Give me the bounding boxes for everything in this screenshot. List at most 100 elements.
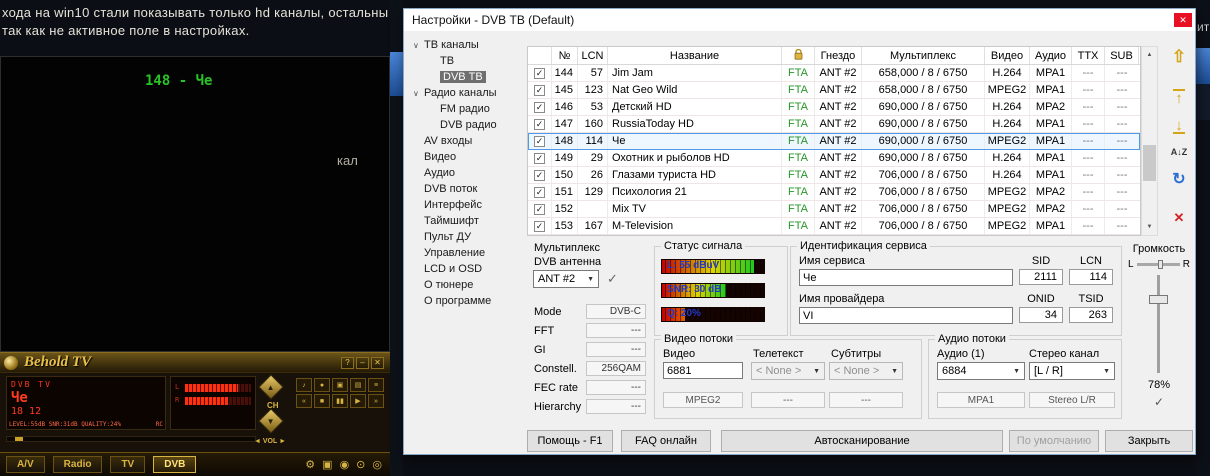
tree-item-dvb-stream[interactable]: ∨ DVB поток	[409, 181, 523, 197]
tree-item-about-tuner[interactable]: ∨ О тюнере	[409, 277, 523, 293]
faq-button[interactable]: FAQ онлайн	[621, 430, 711, 452]
Охотник и рыболов HD[interactable]: ✓ 149 29 Охотник и рыболов HD FTA ANT #2…	[528, 150, 1140, 167]
Детский HD[interactable]: ✓ 146 53 Детский HD FTA ANT #2 690,000 /…	[528, 99, 1140, 116]
autoscan-button[interactable]: Автосканирование	[721, 430, 1003, 452]
next-button[interactable]: »	[368, 394, 384, 408]
antenna-select[interactable]: ANT #2 ▼	[533, 270, 599, 288]
channel-checkbox[interactable]: ✓	[534, 102, 545, 113]
channel-checkbox[interactable]: ✓	[534, 204, 545, 215]
scroll-down-arrow[interactable]: ▼	[1142, 219, 1157, 235]
Mix TV[interactable]: ✓ 152 Mix TV FTA ANT #2 706,000 / 8 / 67…	[528, 201, 1140, 218]
channel-up-button[interactable]: ▲	[258, 374, 283, 399]
led-button-3[interactable]: ◎	[372, 458, 382, 471]
channel-checkbox[interactable]: ✓	[534, 153, 545, 164]
stop-button[interactable]: ■	[314, 394, 330, 408]
header-checkbox-col[interactable]	[528, 47, 552, 64]
RussiaToday HD[interactable]: ✓ 147 160 RussiaToday HD FTA ANT #2 690,…	[528, 116, 1140, 133]
tree-item-fm-radio[interactable]: ∨ FM радио	[409, 101, 523, 117]
header-audio[interactable]: Аудио	[1030, 47, 1072, 64]
led-button-2[interactable]: ⊙	[356, 458, 365, 471]
tree-item-dvb-radio[interactable]: ∨ DVB радио	[409, 117, 523, 133]
header-video[interactable]: Видео	[985, 47, 1030, 64]
record-button[interactable]: ●	[314, 378, 330, 392]
mute-button[interactable]: ♪	[296, 378, 312, 392]
subtitles-select[interactable]: < None > ▼	[829, 362, 903, 380]
header-encryption[interactable]	[782, 47, 815, 64]
Jim Jam[interactable]: ✓ 144 57 Jim Jam FTA ANT #2 658,000 / 8 …	[528, 65, 1140, 82]
tree-item-tv-channels[interactable]: ∨ ТВ каналы	[409, 37, 523, 53]
teletext-select[interactable]: < None > ▼	[751, 362, 825, 380]
osd-button[interactable]: ▣	[322, 458, 332, 471]
header-mux[interactable]: Мультиплекс	[862, 47, 985, 64]
volume-thumb[interactable]	[1149, 295, 1168, 304]
table-scrollbar[interactable]: ▲ ▼	[1141, 46, 1158, 236]
audio-pid-select[interactable]: 6884 ▼	[937, 362, 1025, 380]
player-help-button[interactable]: ?	[341, 357, 354, 369]
stereo-select[interactable]: [L / R] ▼	[1029, 362, 1115, 380]
header-ttx[interactable]: TTX	[1072, 47, 1105, 64]
tree-item-lcd-osd[interactable]: ∨ LCD и OSD	[409, 261, 523, 277]
pause-button[interactable]: ▮▮	[332, 394, 348, 408]
channel-checkbox[interactable]: ✓	[534, 85, 545, 96]
M-Television[interactable]: ✓ 153 167 M-Television FTA ANT #2 706,00…	[528, 218, 1140, 235]
Че[interactable]: ✓ 148 114 Че FTA ANT #2 690,000 / 8 / 67…	[528, 133, 1140, 150]
Глазами туриста HD[interactable]: ✓ 150 26 Глазами туриста HD FTA ANT #2 7…	[528, 167, 1140, 184]
tree-item-interface[interactable]: ∨ Интерфейс	[409, 197, 523, 213]
channel-down-button[interactable]: ▼	[258, 408, 283, 433]
seek-bar[interactable]	[6, 436, 256, 442]
delete-channel-button[interactable]: ✕	[1166, 206, 1192, 230]
scroll-top-button[interactable]: ⇧	[1166, 45, 1192, 69]
snapshot-button[interactable]: ▣	[332, 378, 348, 392]
tree-item-about-program[interactable]: ∨ О программе	[409, 293, 523, 309]
tree-item-control[interactable]: ∨ Управление	[409, 245, 523, 261]
channel-checkbox[interactable]: ✓	[534, 187, 545, 198]
balance-thumb[interactable]	[1158, 260, 1163, 269]
tree-item-video[interactable]: ∨ Видео	[409, 149, 523, 165]
play-button[interactable]: ▶	[350, 394, 366, 408]
volume-slider[interactable]	[1157, 275, 1160, 373]
video-pid-input[interactable]	[663, 362, 743, 379]
balance-slider[interactable]	[1137, 263, 1180, 266]
tree-item-radio-channels[interactable]: ∨ Радио каналы	[409, 85, 523, 101]
channel-checkbox[interactable]: ✓	[534, 221, 545, 232]
player-minimize-button[interactable]: –	[356, 357, 369, 369]
tree-item-audio[interactable]: ∨ Аудио	[409, 165, 523, 181]
led-button-1[interactable]: ◉	[340, 458, 350, 471]
header-num[interactable]: №	[552, 47, 578, 64]
channel-checkbox[interactable]: ✓	[534, 119, 545, 130]
help-button[interactable]: Помощь - F1	[527, 430, 613, 452]
Психология 21[interactable]: ✓ 151 129 Психология 21 FTA ANT #2 706,0…	[528, 184, 1140, 201]
mode-av-button[interactable]: A/V	[6, 456, 45, 473]
prev-button[interactable]: «	[296, 394, 312, 408]
scroll-up-arrow[interactable]: ▲	[1142, 47, 1157, 63]
player-close-button[interactable]: ✕	[371, 357, 384, 369]
refresh-button[interactable]: ↻	[1166, 167, 1192, 191]
close-dialog-button[interactable]: ✕	[1174, 13, 1192, 27]
channel-checkbox[interactable]: ✓	[534, 170, 545, 181]
scrollbar-track[interactable]	[1142, 63, 1157, 219]
defaults-button[interactable]: По умолчанию	[1009, 430, 1099, 452]
tree-item-remote[interactable]: ∨ Пульт ДУ	[409, 229, 523, 245]
header-lcn[interactable]: LCN	[578, 47, 608, 64]
tree-item-timeshift[interactable]: ∨ Таймшифт	[409, 213, 523, 229]
settings-button[interactable]: ⚙	[305, 458, 315, 471]
playlist-button[interactable]: ▤	[350, 378, 366, 392]
tree-item-av-inputs[interactable]: ∨ AV входы	[409, 133, 523, 149]
tree-item-dvb-tv[interactable]: ∨ DVB ТВ	[409, 69, 523, 85]
mode-tv-button[interactable]: TV	[110, 456, 145, 473]
mode-radio-button[interactable]: Radio	[53, 456, 103, 473]
close-button[interactable]: Закрыть	[1105, 430, 1193, 452]
service-name-input[interactable]	[799, 269, 1013, 286]
header-socket[interactable]: Гнездо	[815, 47, 862, 64]
sort-button[interactable]: A↓Z	[1166, 140, 1192, 164]
header-sub[interactable]: SUB	[1105, 47, 1139, 64]
seek-thumb[interactable]	[15, 437, 23, 441]
move-down-button[interactable]: ↓	[1166, 113, 1192, 137]
channel-checkbox[interactable]: ✓	[534, 136, 545, 147]
mode-dvb-button[interactable]: DVB	[153, 456, 196, 473]
move-up-button[interactable]: ↑	[1166, 86, 1192, 110]
header-name[interactable]: Название	[608, 47, 782, 64]
Nat Geo Wild[interactable]: ✓ 145 123 Nat Geo Wild FTA ANT #2 658,00…	[528, 82, 1140, 99]
provider-input[interactable]	[799, 307, 1013, 324]
tree-item-tv[interactable]: ∨ ТВ	[409, 53, 523, 69]
